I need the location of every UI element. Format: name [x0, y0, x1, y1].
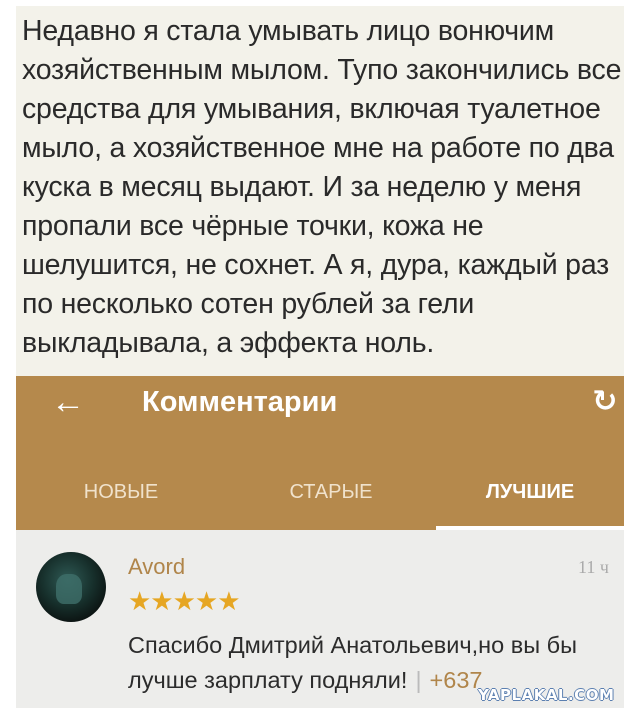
app-bar: ← Комментарии ↻ НОВЫЕ СТАРЫЕ ЛУЧШИЕ: [16, 376, 624, 530]
tab-new[interactable]: НОВЫЕ: [36, 472, 206, 512]
comment-author[interactable]: Avord: [128, 552, 185, 582]
arrow-left-icon[interactable]: ←: [46, 380, 90, 424]
watermark-logo: YAPLAKAL.COM: [478, 686, 615, 704]
comments-screen: ← Комментарии ↻ НОВЫЕ СТАРЫЕ ЛУЧШИЕ Avor…: [16, 376, 624, 708]
avatar-figure: [56, 574, 82, 604]
comment-text: Спасибо Дмитрий Анатольевич,но вы бы луч…: [128, 632, 578, 693]
tab-best[interactable]: ЛУЧШИЕ: [436, 472, 624, 512]
page-title: Комментарии: [142, 386, 338, 418]
active-tab-indicator: [436, 526, 624, 530]
post-card: Недавно я стала умывать лицо вонючим хоз…: [16, 6, 624, 376]
score-separator: |: [415, 667, 422, 693]
comment-time: 11 ч: [578, 557, 609, 577]
comment-score[interactable]: +637: [430, 667, 483, 693]
tab-old[interactable]: СТАРЫЕ: [246, 472, 416, 512]
rating-stars: ★★★★★: [128, 586, 241, 616]
refresh-icon[interactable]: ↻: [586, 380, 624, 424]
post-text: Недавно я стала умывать лицо вонючим хоз…: [22, 15, 622, 359]
avatar[interactable]: [36, 552, 106, 622]
screenshot-frame: Недавно я стала умывать лицо вонючим хоз…: [0, 0, 640, 725]
